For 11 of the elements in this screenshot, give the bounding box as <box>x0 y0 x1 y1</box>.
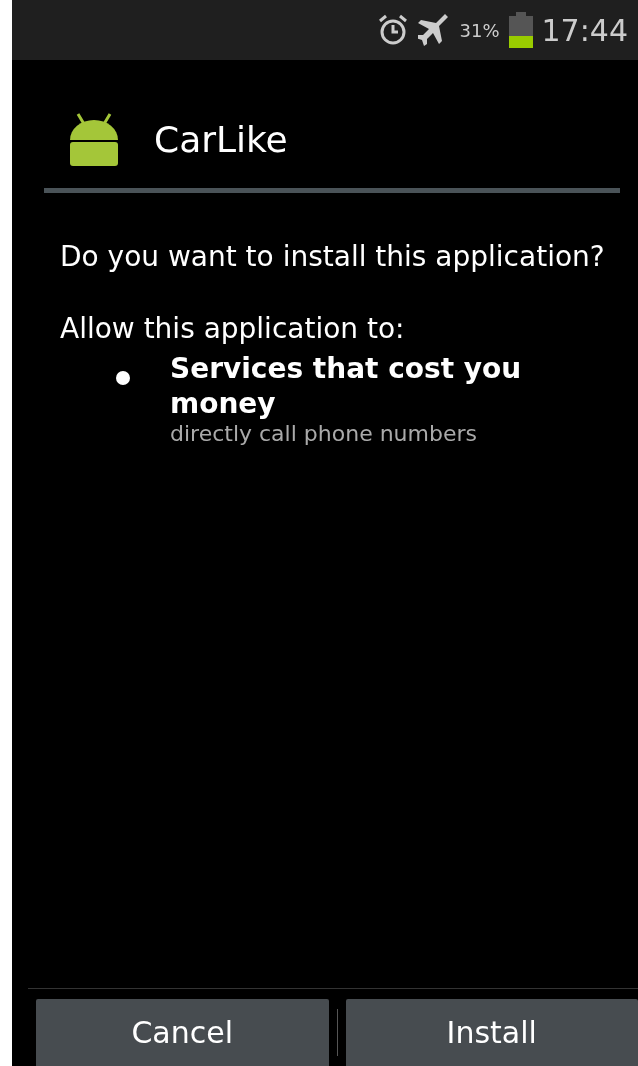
install-button[interactable]: Install <box>345 999 638 1066</box>
permissions-heading: Allow this application to: <box>60 312 406 346</box>
battery-icon <box>507 12 534 48</box>
battery-percent: 31% <box>459 19 500 41</box>
permission-detail: directly call phone numbers <box>170 421 478 447</box>
clock-time: 17:44 <box>541 12 628 48</box>
app-name: CarLike <box>154 118 288 160</box>
install-question: Do you want to install this application? <box>60 239 606 275</box>
cancel-button[interactable]: Cancel <box>36 999 329 1066</box>
permission-title: Services that cost you money <box>170 351 523 422</box>
bullet-icon <box>116 371 130 386</box>
